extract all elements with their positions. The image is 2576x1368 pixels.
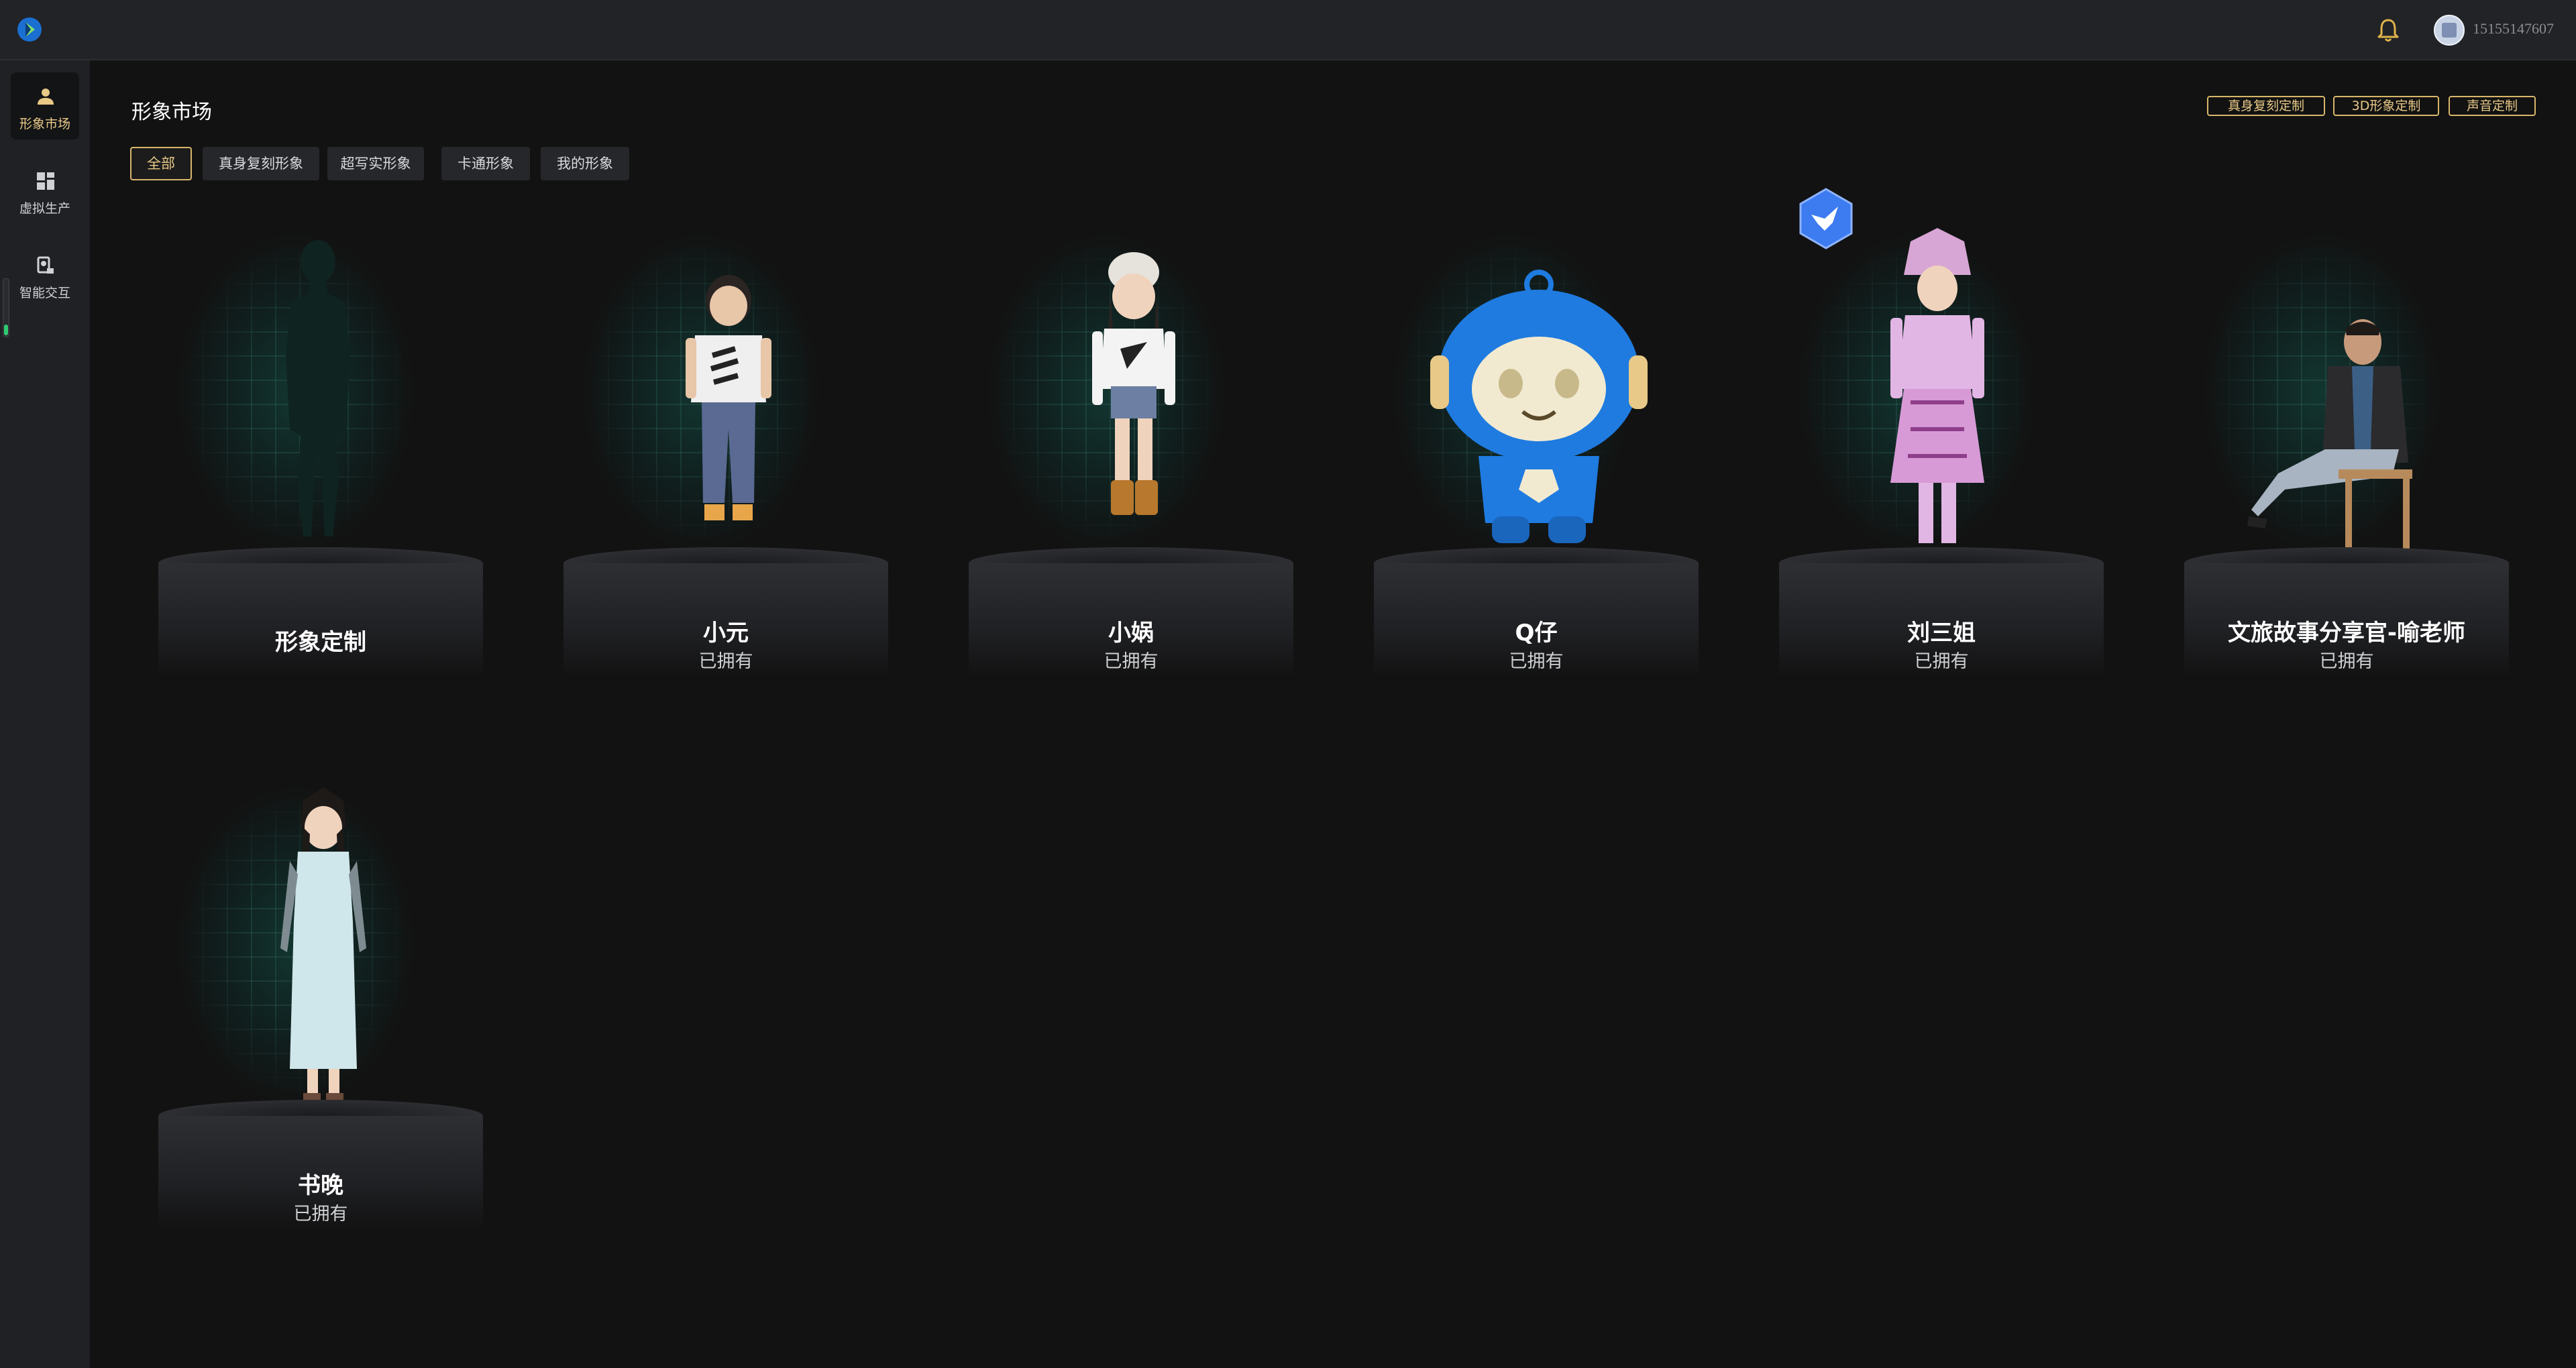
card-name: 书晚 xyxy=(298,1172,343,1199)
filter-tab-hyper-realistic[interactable]: 超写实形象 xyxy=(327,147,424,180)
sidebar-item-avatar-market[interactable]: 形象市场 xyxy=(11,72,79,139)
avatar-card[interactable]: 书晚 已拥有 xyxy=(131,781,483,1237)
3d-avatar-custom-button[interactable]: 3D形象定制 xyxy=(2333,96,2439,116)
avatar-figure-yu-teacher xyxy=(2247,319,2412,559)
card-status: 已拥有 xyxy=(1509,651,1564,672)
card-status: 已拥有 xyxy=(2319,651,2374,672)
sidebar-item-virtual-production[interactable]: 虚拟生产 xyxy=(11,157,79,224)
card-name: 形象定制 xyxy=(275,629,366,656)
card-name: 小娲 xyxy=(1108,620,1154,646)
avatar-card[interactable]: 小娲 已拥有 xyxy=(942,228,1293,684)
avatar-card[interactable]: 刘三姐 已拥有 xyxy=(1752,228,2104,684)
real-body-custom-button[interactable]: 真身复刻定制 xyxy=(2207,96,2325,116)
bird-badge-icon[interactable] xyxy=(1798,188,1854,249)
sidebar-item-label: 智能交互 xyxy=(19,286,70,300)
sidebar-item-label: 形象市场 xyxy=(19,117,70,131)
card-name: 文旅故事分享官-喻老师 xyxy=(2227,620,2466,646)
avatar-card[interactable]: 文旅故事分享官-喻老师 已拥有 xyxy=(2157,228,2509,684)
card-name: 小元 xyxy=(703,620,749,646)
avatar-card-custom[interactable]: 形象定制 xyxy=(131,228,483,684)
top-bar: 15155147607 xyxy=(0,0,2576,60)
grid-icon xyxy=(37,172,54,190)
card-status: 已拥有 xyxy=(1914,651,1969,672)
interaction-icon xyxy=(37,256,54,274)
app-logo-icon[interactable] xyxy=(16,16,43,43)
scrollbar[interactable] xyxy=(3,278,9,337)
card-status: 已拥有 xyxy=(698,651,753,672)
avatar-figure-xiaowa xyxy=(1092,252,1175,515)
avatar-figure-qzai xyxy=(1430,270,1648,543)
avatar-card[interactable]: Q仔 已拥有 xyxy=(1347,228,1699,684)
bell-icon[interactable] xyxy=(2376,17,2400,43)
voice-custom-button[interactable]: 声音定制 xyxy=(2449,96,2536,116)
avatar-card[interactable]: 小元 已拥有 xyxy=(537,228,888,684)
card-name: 刘三姐 xyxy=(1907,620,1976,646)
filter-tab-cartoon[interactable]: 卡通形象 xyxy=(441,147,530,180)
silhouette-figure xyxy=(286,240,350,536)
card-name: Q仔 xyxy=(1515,620,1558,646)
card-status: 已拥有 xyxy=(293,1204,348,1224)
filter-tab-my-avatars[interactable]: 我的形象 xyxy=(541,147,629,180)
person-icon xyxy=(38,89,54,105)
avatar-figure-liusanjie xyxy=(1890,228,1984,543)
user-id[interactable]: 15155147607 xyxy=(2473,20,2554,38)
sidebar: 形象市场 虚拟生产 智能交互 xyxy=(0,60,90,1368)
avatar-figure-xiaoyuan xyxy=(686,275,771,520)
avatar[interactable] xyxy=(2434,15,2465,46)
filter-tab-real-body[interactable]: 真身复刻形象 xyxy=(203,147,319,180)
card-status: 已拥有 xyxy=(1104,651,1159,672)
sidebar-item-label: 虚拟生产 xyxy=(19,201,70,216)
page-title: 形象市场 xyxy=(131,101,212,124)
sidebar-item-smart-interaction[interactable]: 智能交互 xyxy=(11,241,79,308)
filter-tab-all[interactable]: 全部 xyxy=(130,147,192,180)
avatar-figure-shuwan xyxy=(280,787,366,1100)
